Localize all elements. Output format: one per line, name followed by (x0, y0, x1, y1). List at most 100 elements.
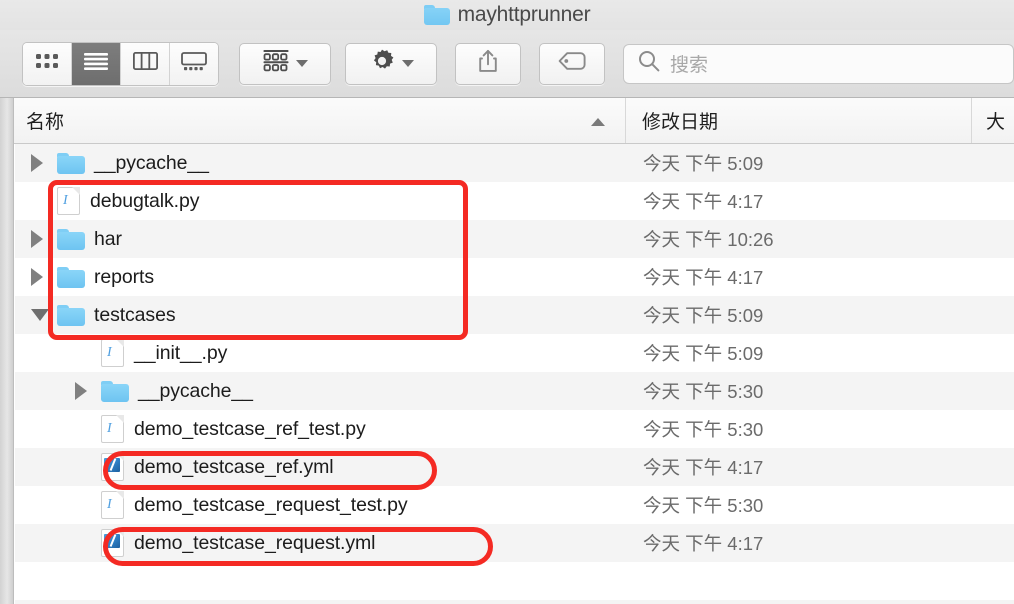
disclosure-triangle-slot (75, 458, 101, 476)
folder-icon (57, 304, 85, 326)
file-row[interactable]: Idebugtalk.py 今天 下午 4:17 (15, 182, 1014, 220)
disclosure-triangle-slot[interactable] (31, 268, 57, 286)
disclosure-triangle-closed-icon[interactable] (31, 154, 43, 172)
file-row[interactable]: demo_testcase_ref.yml 今天 下午 4:17 (15, 448, 1014, 486)
window-title: mayhttprunner (457, 3, 591, 26)
gallery-icon (181, 51, 207, 76)
folder-icon (101, 380, 129, 402)
file-date-cell: 今天 下午 4:17 (643, 533, 764, 554)
file-name-cell: har (15, 228, 627, 251)
file-name-label: har (94, 227, 122, 250)
column-header-name-label: 名称 (26, 112, 65, 133)
list-icon (83, 52, 109, 75)
file-name-cell: Idemo_testcase_request_test.py (15, 491, 627, 519)
file-name-label: demo_testcase_ref_test.py (134, 417, 366, 440)
file-name-label: reports (94, 265, 154, 288)
window-titlebar: mayhttprunner (0, 0, 1014, 30)
action-button[interactable] (345, 42, 437, 85)
file-date-cell: 今天 下午 5:09 (643, 343, 764, 364)
share-button[interactable] (455, 42, 521, 85)
window-left-edge (0, 98, 14, 604)
disclosure-triangle-closed-icon[interactable] (75, 382, 87, 400)
file-row[interactable]: testcases 今天 下午 5:09 (15, 296, 1014, 334)
file-name-label: demo_testcase_ref.yml (134, 455, 334, 478)
disclosure-triangle-slot (75, 420, 101, 438)
file-name-cell: demo_testcase_ref.yml (15, 453, 627, 481)
file-row[interactable]: __pycache__ 今天 下午 5:09 (15, 144, 1014, 182)
file-name-cell: demo_testcase_request.yml (15, 529, 627, 557)
file-name-label: __pycache__ (138, 379, 253, 402)
file-name-cell: __pycache__ (15, 152, 627, 175)
grid-icon (35, 53, 59, 75)
disclosure-triangle-slot[interactable] (31, 154, 57, 172)
gallery-view-button[interactable] (170, 42, 218, 85)
disclosure-triangle-slot[interactable] (75, 382, 101, 400)
file-name-cell: reports (15, 266, 627, 289)
chevron-down-icon (401, 60, 414, 67)
python-file-icon: I (101, 339, 124, 367)
folder-icon (423, 5, 450, 25)
python-file-icon: I (101, 491, 124, 519)
file-row[interactable]: Idemo_testcase_request_test.py 今天 下午 5:30 (15, 486, 1014, 524)
file-date-cell: 今天 下午 5:30 (643, 381, 764, 402)
tag-button[interactable] (539, 42, 605, 85)
file-name-label: __pycache__ (94, 151, 209, 174)
file-name-label: testcases (94, 303, 176, 326)
file-row[interactable]: demo_testcase_request.yml 今天 下午 4:17 (15, 524, 1014, 562)
file-date-cell: 今天 下午 5:30 (643, 495, 764, 516)
file-name-cell: testcases (15, 304, 627, 327)
list-view-button[interactable] (72, 42, 121, 85)
python-file-icon: I (57, 187, 80, 215)
disclosure-triangle-slot[interactable] (31, 230, 57, 248)
file-row[interactable]: Idemo_testcase_ref_test.py 今天 下午 5:30 (15, 410, 1014, 448)
file-date-cell: 今天 下午 4:17 (643, 191, 764, 212)
yaml-file-icon (101, 529, 124, 557)
disclosure-triangle-closed-icon[interactable] (31, 268, 43, 286)
file-list[interactable]: __pycache__ 今天 下午 5:09 Idebugtalk.py 今天 下午 … (15, 144, 1014, 604)
file-name-label: demo_testcase_request_test.py (134, 493, 408, 516)
file-name-cell: Idemo_testcase_ref_test.py (15, 415, 627, 443)
icon-view-button[interactable] (23, 42, 72, 85)
file-name-cell: Idebugtalk.py (15, 187, 627, 215)
file-row[interactable]: __pycache__ 今天 下午 5:30 (15, 372, 1014, 410)
file-date-cell: 今天 下午 5:30 (643, 419, 764, 440)
columns-icon (132, 51, 158, 75)
file-name-label: __init__.py (134, 341, 228, 364)
file-date-cell: 今天 下午 4:17 (643, 457, 764, 478)
disclosure-triangle-open-icon[interactable] (31, 309, 49, 321)
finder-window: mayhttprunner 搜索 名称 修改日期 大 __pycache__ 今… (0, 0, 1014, 604)
column-header-size-label: 大 (986, 112, 1006, 133)
search-icon (638, 50, 660, 77)
folder-icon (57, 228, 85, 250)
search-field[interactable]: 搜索 (623, 43, 1014, 84)
file-row[interactable]: har 今天 下午 10:26 (15, 220, 1014, 258)
disclosure-triangle-slot[interactable] (31, 309, 57, 321)
share-icon (477, 48, 499, 79)
tag-icon (558, 51, 586, 76)
file-name-label: debugtalk.py (90, 189, 200, 212)
yaml-file-icon (101, 453, 124, 481)
finder-toolbar: 搜索 (0, 30, 1014, 98)
arrange-button[interactable] (239, 42, 331, 85)
sort-ascending-icon (591, 117, 605, 126)
column-header-date-label: 修改日期 (642, 112, 719, 133)
search-placeholder: 搜索 (670, 55, 709, 76)
disclosure-triangle-slot (31, 192, 57, 210)
python-file-icon: I (101, 415, 124, 443)
empty-row (15, 600, 1014, 604)
column-view-button[interactable] (121, 42, 170, 85)
file-name-cell: I __init__.py (15, 339, 627, 367)
column-header-date-modified[interactable]: 修改日期 (626, 98, 972, 143)
column-header-row: 名称 修改日期 大 (14, 98, 1014, 144)
disclosure-triangle-closed-icon[interactable] (31, 230, 43, 248)
file-date-cell: 今天 下午 10:26 (643, 229, 774, 250)
file-name-cell: __pycache__ (15, 380, 627, 403)
column-header-size[interactable]: 大 (972, 98, 1014, 143)
column-header-name[interactable]: 名称 (14, 98, 626, 143)
file-row[interactable]: I __init__.py 今天 下午 5:09 (15, 334, 1014, 372)
folder-icon (57, 152, 85, 174)
group-icon (263, 50, 289, 77)
file-date-cell: 今天 下午 4:17 (643, 267, 764, 288)
file-row[interactable]: reports 今天 下午 4:17 (15, 258, 1014, 296)
view-mode-segmented-control[interactable] (22, 41, 219, 86)
